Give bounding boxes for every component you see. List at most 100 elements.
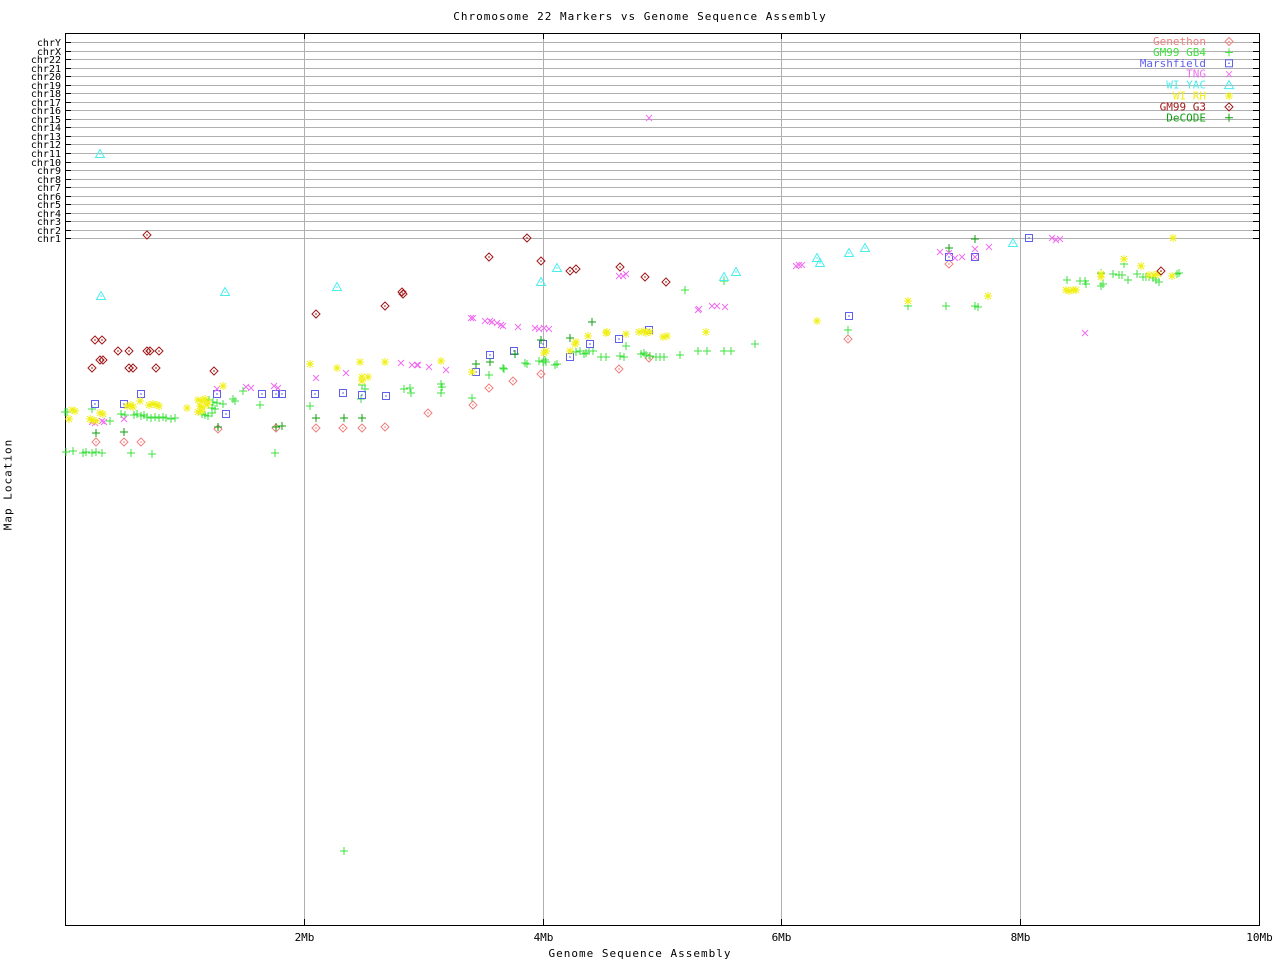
marker-star [129,403,137,411]
marker-cross [499,322,507,330]
marker-plus [106,417,114,425]
marker-dot [723,276,725,278]
marker-star [198,407,206,415]
marker-plus [535,357,543,365]
marker-star [71,407,79,415]
marker-star [904,297,912,305]
marker-dot [123,441,125,443]
marker-star [136,397,144,405]
marker-dot [101,339,103,341]
marker-plus [306,402,314,410]
marker-dot [540,373,542,375]
marker-plus [1063,276,1071,284]
marker-star [155,402,163,410]
x-tick-label-10Mb: 10Mb [1246,931,1273,944]
marker-plus [551,361,559,369]
marker-star [364,373,372,381]
marker-dot [847,338,849,340]
marker-star [65,415,73,423]
marker-plus [681,286,689,294]
marker-cross [397,359,405,367]
marker-dot [146,234,148,236]
marker-dot [95,441,97,443]
marker-cross [985,243,993,251]
marker-star [333,364,341,372]
marker-plus [231,397,239,405]
marker-cross [645,114,653,122]
marker-star [99,410,107,418]
marker-plus [523,360,531,368]
marker-dot [384,426,386,428]
marker-dot [569,356,571,358]
marker-dot [488,256,490,258]
x-tick-label-6Mb: 6Mb [772,931,792,944]
marker-dot [94,339,96,341]
marker-dot [816,257,818,259]
marker-cross [619,272,627,280]
marker-star [356,358,364,366]
x-tick-label-8Mb: 8Mb [1011,931,1031,944]
marker-dot [225,413,227,415]
marker-dot [948,256,950,258]
marker-star [813,317,821,325]
marker-plus [485,371,493,379]
marker-star [183,404,191,412]
marker-star [1225,92,1233,100]
marker-star [702,328,710,336]
marker-cross [312,374,320,382]
marker-star [92,417,100,425]
marker-plus [588,318,596,326]
marker-cross [413,361,421,369]
marker-plus [472,360,480,368]
marker-dot [1228,40,1230,43]
marker-plus [676,351,684,359]
marker-dot [361,394,363,396]
marker-dot [384,305,386,307]
marker-cross [342,369,350,377]
marker-star [1168,272,1176,280]
marker-dot [735,271,737,273]
marker-cross [708,302,716,310]
marker-plus [1175,269,1183,277]
marker-dot [117,350,119,352]
marker-plus [92,429,100,437]
marker-star [1169,234,1177,242]
marker-plus [92,448,100,456]
marker-dot [213,370,215,372]
marker-dot [472,404,474,406]
marker-cross [1081,329,1089,337]
marker-dot [542,343,544,345]
marker-cross [100,418,108,426]
marker-dot [512,380,514,382]
marker-dot [224,291,226,293]
marker-dot [540,281,542,283]
marker-plus [358,414,366,422]
marker-plus [98,449,106,457]
marker-dot [618,338,620,340]
marker-dot [94,403,96,405]
marker-cross [481,317,489,325]
marker-plus [468,394,476,402]
marker-plus [340,414,348,422]
marker-dot [540,260,542,262]
marker-plus [62,448,70,456]
marker-plus [720,347,728,355]
marker-cross [713,302,721,310]
marker-plus [1099,280,1107,288]
marker-cross [545,325,553,333]
marker-plus [486,358,494,366]
marker-dot [948,263,950,265]
marker-star [437,357,445,365]
marker-plus [620,353,628,361]
marker-plus [120,428,128,436]
marker-plus [340,847,348,855]
marker-dot [526,237,528,239]
marker-plus [660,353,668,361]
marker-plus [1225,113,1233,122]
marker-cross [120,415,128,423]
marker-dot [132,367,134,369]
marker-dot [619,266,621,268]
marker-dot [140,393,142,395]
marker-dot [1228,62,1230,64]
marker-cross [971,245,979,253]
